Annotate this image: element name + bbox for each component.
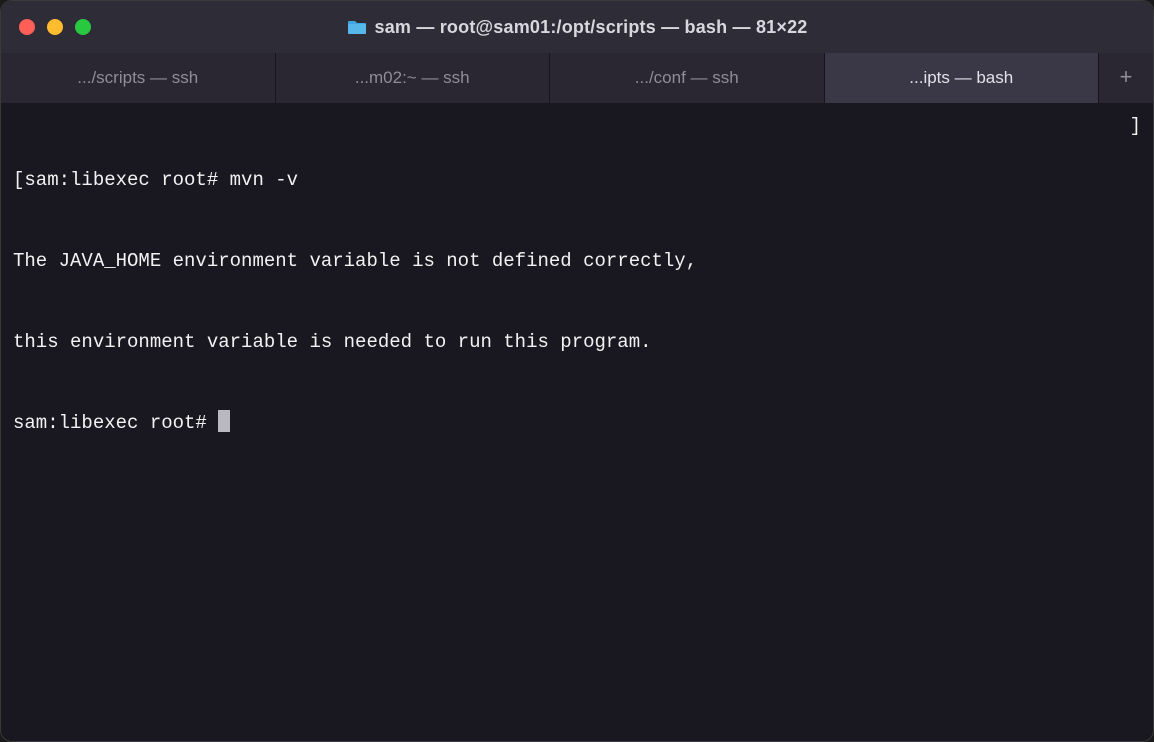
terminal-line: [sam:libexec root# mvn -v	[13, 167, 1141, 194]
tab-bar: .../scripts — ssh ...m02:~ — ssh .../con…	[1, 53, 1153, 103]
tab-label: .../scripts — ssh	[77, 68, 198, 88]
terminal-window: sam — root@sam01:/opt/scripts — bash — 8…	[0, 0, 1154, 742]
terminal-text: sam:libexec root# mvn -v	[24, 169, 298, 191]
new-tab-button[interactable]: +	[1099, 53, 1153, 103]
prompt-right-bracket: ]	[1130, 113, 1141, 140]
title-wrap: sam — root@sam01:/opt/scripts — bash — 8…	[1, 17, 1153, 38]
titlebar[interactable]: sam — root@sam01:/opt/scripts — bash — 8…	[1, 1, 1153, 53]
window-title: sam — root@sam01:/opt/scripts — bash — 8…	[375, 17, 808, 38]
tab-m02-ssh[interactable]: ...m02:~ — ssh	[276, 53, 551, 103]
tab-label: .../conf — ssh	[635, 68, 739, 88]
zoom-button[interactable]	[75, 19, 91, 35]
terminal-line: this environment variable is needed to r…	[13, 329, 1141, 356]
folder-icon	[347, 19, 367, 35]
prompt-left-bracket: [	[13, 169, 24, 191]
terminal-line: The JAVA_HOME environment variable is no…	[13, 248, 1141, 275]
tab-label: ...m02:~ — ssh	[355, 68, 470, 88]
tab-scripts-ssh[interactable]: .../scripts — ssh	[1, 53, 276, 103]
traffic-lights	[19, 19, 91, 35]
terminal-text: sam:libexec root#	[13, 412, 218, 434]
tab-label: ...ipts — bash	[909, 68, 1013, 88]
terminal-body[interactable]: [sam:libexec root# mvn -v The JAVA_HOME …	[1, 103, 1153, 741]
terminal-line: sam:libexec root#	[13, 410, 1141, 437]
minimize-button[interactable]	[47, 19, 63, 35]
plus-icon: +	[1119, 66, 1132, 91]
tab-conf-ssh[interactable]: .../conf — ssh	[550, 53, 825, 103]
tab-ipts-bash[interactable]: ...ipts — bash	[825, 53, 1100, 103]
close-button[interactable]	[19, 19, 35, 35]
cursor	[218, 410, 230, 432]
